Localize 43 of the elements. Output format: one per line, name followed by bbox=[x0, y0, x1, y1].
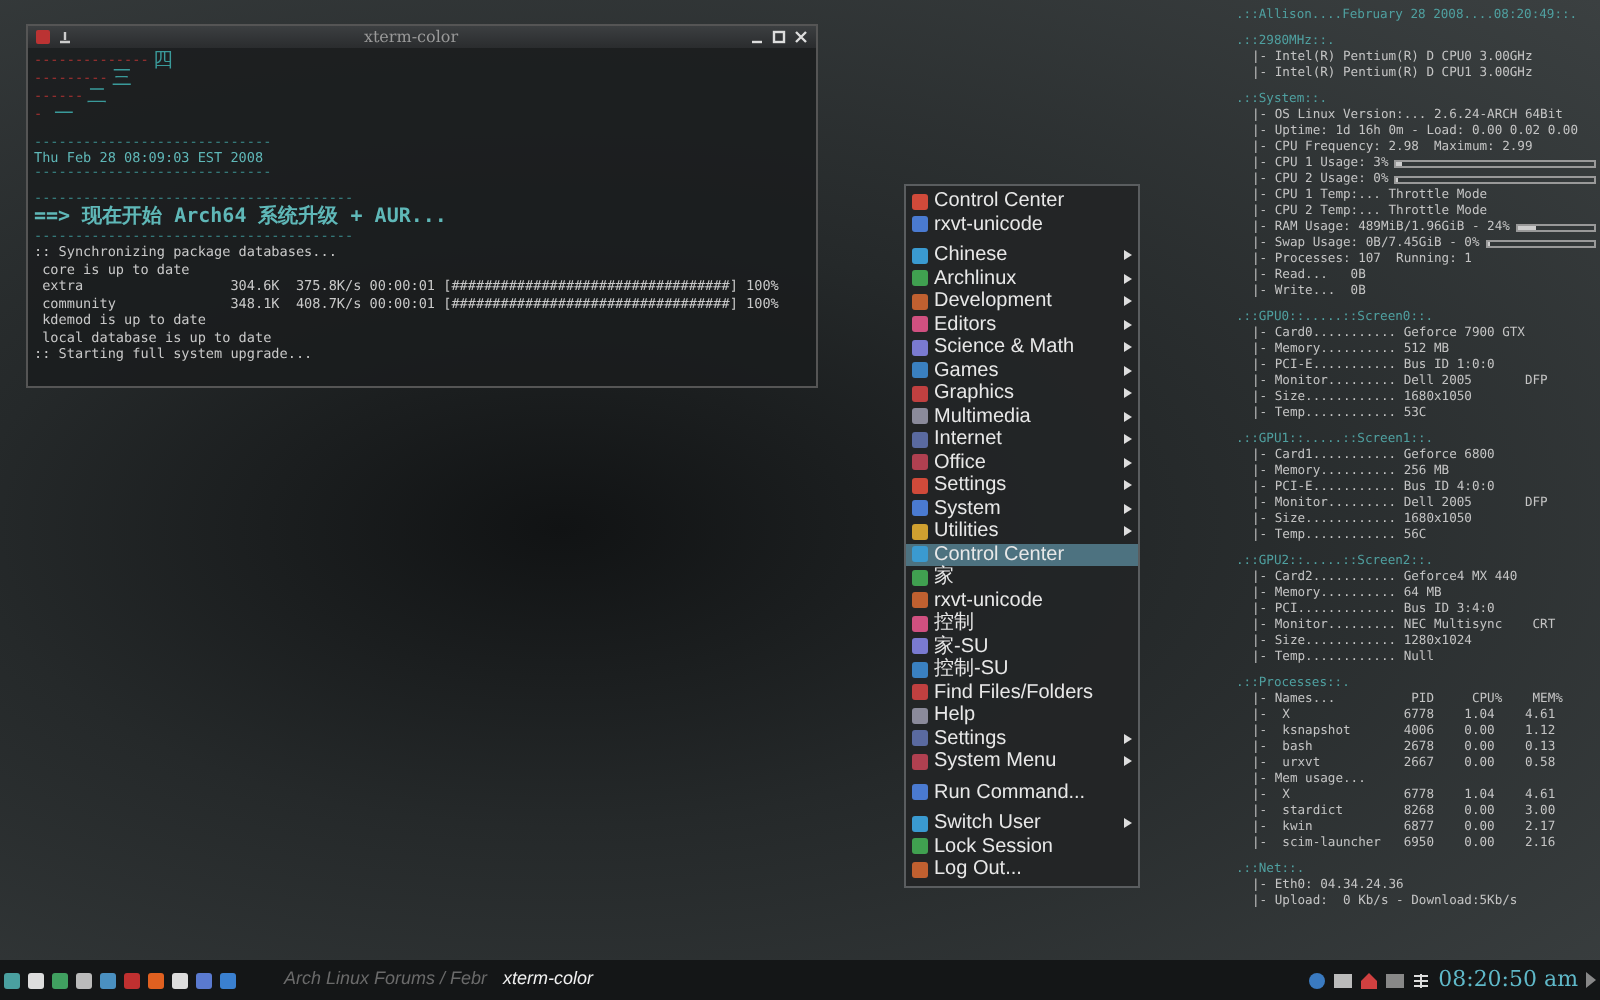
window-title: xterm-color bbox=[361, 27, 461, 47]
menu-item[interactable]: Control Center bbox=[906, 190, 1138, 213]
menu-item[interactable]: Office bbox=[906, 451, 1138, 474]
terminal-text: ==> 现在开始 Arch64 系统升级 + AUR... bbox=[34, 206, 449, 230]
terminal-glyph: 一 bbox=[54, 106, 75, 124]
menu-item[interactable]: Multimedia bbox=[906, 405, 1138, 428]
menu-item[interactable]: Utilities bbox=[906, 520, 1138, 543]
menu-item[interactable]: Chinese bbox=[906, 244, 1138, 267]
menu-item[interactable]: Science & Math bbox=[906, 336, 1138, 359]
menu-item[interactable]: Archlinux bbox=[906, 267, 1138, 290]
menu-item[interactable]: Lock Session bbox=[906, 835, 1138, 858]
menu-item[interactable]: Settings bbox=[906, 474, 1138, 497]
menu-item[interactable]: Graphics bbox=[906, 382, 1138, 405]
terminal-glyph: 四 bbox=[152, 52, 173, 70]
clock[interactable]: 08:20:50 am bbox=[1438, 963, 1578, 997]
menu-item[interactable]: 家 bbox=[906, 566, 1138, 589]
menu-item[interactable]: Games bbox=[906, 359, 1138, 382]
menu-item[interactable]: Internet bbox=[906, 428, 1138, 451]
menu-item[interactable]: rxvt-unicode bbox=[906, 213, 1138, 236]
menu-item[interactable]: Log Out... bbox=[906, 858, 1138, 881]
menu-item[interactable]: System bbox=[906, 497, 1138, 520]
menu-item[interactable]: Help bbox=[906, 704, 1138, 727]
pin-icon[interactable] bbox=[58, 30, 72, 44]
maximize-icon[interactable] bbox=[772, 30, 786, 44]
menu-item[interactable]: 控制-SU bbox=[906, 658, 1138, 681]
tray-screen-icon[interactable] bbox=[1334, 971, 1353, 989]
menu-item[interactable]: Development bbox=[906, 290, 1138, 313]
menu-item[interactable]: 家-SU bbox=[906, 635, 1138, 658]
tray-home-icon[interactable] bbox=[1360, 971, 1379, 989]
menu-item[interactable]: Find Files/Folders bbox=[906, 681, 1138, 704]
menu-item[interactable]: Settings bbox=[906, 727, 1138, 750]
menu-item[interactable]: 控制 bbox=[906, 612, 1138, 635]
terminal-glyph: 二 bbox=[87, 88, 108, 106]
menu-item[interactable]: Editors bbox=[906, 313, 1138, 336]
menu-item[interactable]: rxvt-unicode bbox=[906, 589, 1138, 612]
arrow-icon[interactable] bbox=[1586, 972, 1596, 988]
menu-item[interactable]: Run Command... bbox=[906, 781, 1138, 804]
menu-item[interactable]: System Menu bbox=[906, 750, 1138, 773]
menu-item[interactable]: Switch User bbox=[906, 812, 1138, 835]
menu-item[interactable]: Control Center bbox=[906, 543, 1138, 566]
terminal-glyph: 三 bbox=[111, 70, 132, 88]
task-button[interactable]: xterm-color bbox=[499, 966, 598, 994]
close-icon[interactable] bbox=[794, 30, 808, 44]
